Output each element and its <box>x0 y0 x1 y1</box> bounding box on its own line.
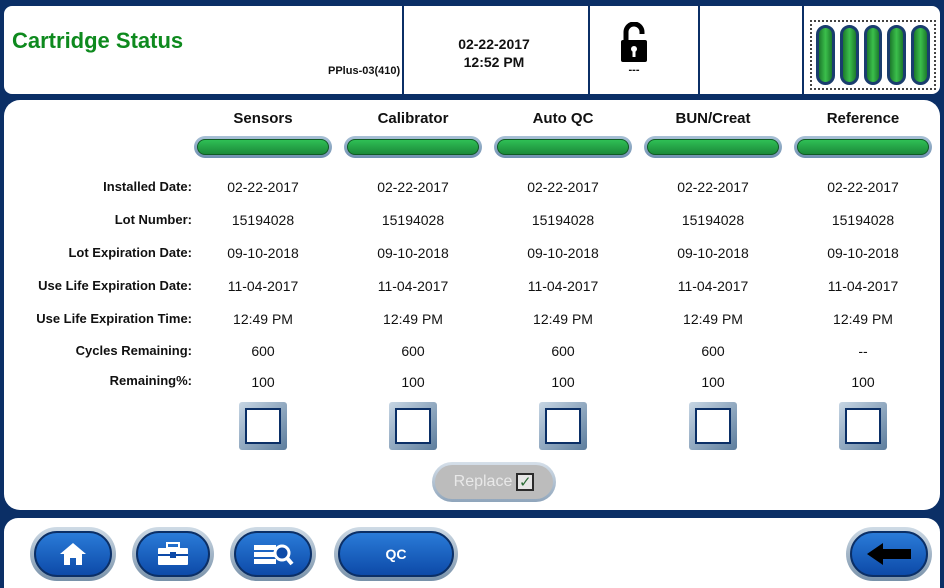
qc-button[interactable]: QC <box>334 527 458 581</box>
indicator-cell <box>816 25 835 85</box>
value-lot-expiration-date: 09-10-2018 <box>677 245 749 261</box>
instrument-model: PPlus-03(410) <box>328 65 401 77</box>
toolbox-icon <box>158 542 188 565</box>
value-installed-date: 02-22-2017 <box>827 179 899 195</box>
header-time: 12:52 PM <box>463 54 525 70</box>
label-cycles-remaining: Cycles Remaining: <box>75 343 192 358</box>
list-search-icon <box>254 544 294 566</box>
value-lot-expiration-date: 09-10-2018 <box>827 245 899 261</box>
column-header-bun-creat: BUN/Creat <box>675 110 751 127</box>
value-use-life-expiration-date: 11-04-2017 <box>827 278 899 294</box>
label-use-life-expiration-date: Use Life Expiration Date: <box>38 278 192 293</box>
value-cycles-remaining: 600 <box>701 343 725 359</box>
status-bar-auto-qc <box>494 136 632 158</box>
value-use-life-expiration-date: 11-04-2017 <box>377 278 449 294</box>
replace-button-label: Replace <box>453 473 513 490</box>
label-use-life-expiration-time: Use Life Expiration Time: <box>36 311 192 326</box>
label-lot-expiration-date: Lot Expiration Date: <box>68 245 192 260</box>
value-use-life-expiration-date: 11-04-2017 <box>677 278 749 294</box>
tools-button[interactable] <box>132 527 214 581</box>
value-use-life-expiration-time: 12:49 PM <box>833 311 893 327</box>
qc-button-label: QC <box>385 546 407 562</box>
value-installed-date: 02-22-2017 <box>527 179 599 195</box>
value-remaining-percent: 100 <box>551 374 575 390</box>
value-lot-number: 15194028 <box>531 212 595 228</box>
value-remaining-percent: 100 <box>851 374 875 390</box>
value-lot-expiration-date: 09-10-2018 <box>527 245 599 261</box>
indicator-cell <box>839 25 859 85</box>
replace-checkbox-reference[interactable] <box>839 402 887 450</box>
value-use-life-expiration-time: 12:49 PM <box>533 311 593 327</box>
value-lot-number: 15194028 <box>831 212 895 228</box>
lock-button[interactable]: --- <box>616 21 652 78</box>
unlocked-icon <box>621 21 647 62</box>
lock-status: --- <box>628 64 640 76</box>
replace-checkbox-auto-qc[interactable] <box>539 402 587 450</box>
value-cycles-remaining: 600 <box>401 343 425 359</box>
page-title: Cartridge Status <box>12 28 184 53</box>
value-lot-expiration-date: 09-10-2018 <box>227 245 299 261</box>
home-icon <box>60 543 86 565</box>
replace-button[interactable]: Replace ✓ <box>432 462 556 502</box>
value-cycles-remaining: 600 <box>251 343 275 359</box>
status-bar-reference <box>794 136 932 158</box>
back-arrow-icon <box>867 543 911 565</box>
value-remaining-percent: 100 <box>701 374 725 390</box>
home-button[interactable] <box>30 527 116 581</box>
header: Cartridge Status PPlus-03(410) 02-22-201… <box>4 6 940 94</box>
indicator-cell <box>887 25 907 85</box>
value-installed-date: 02-22-2017 <box>227 179 299 195</box>
column-header-calibrator: Calibrator <box>377 110 449 127</box>
value-lot-number: 15194028 <box>381 212 445 228</box>
column-header-reference: Reference <box>826 110 900 127</box>
label-lot-number: Lot Number: <box>114 212 192 227</box>
value-lot-number: 15194028 <box>681 212 745 228</box>
value-lot-expiration-date: 09-10-2018 <box>377 245 449 261</box>
value-installed-date: 02-22-2017 <box>677 179 749 195</box>
replace-checkbox-sensors[interactable] <box>239 402 287 450</box>
value-use-life-expiration-time: 12:49 PM <box>233 311 293 327</box>
value-lot-number: 15194028 <box>231 212 295 228</box>
value-use-life-expiration-time: 12:49 PM <box>383 311 443 327</box>
status-bar-bun-creat <box>644 136 782 158</box>
value-remaining-percent: 100 <box>251 374 275 390</box>
value-cycles-remaining: 600 <box>551 343 575 359</box>
header-title-cell: Cartridge Status PPlus-03(410) <box>4 6 404 94</box>
indicator-cell <box>863 25 883 85</box>
column-header-sensors: Sensors <box>233 110 293 127</box>
replace-checkbox-bun-creat[interactable] <box>689 402 737 450</box>
label-installed-date: Installed Date: <box>103 179 192 194</box>
checkmark-icon: ✓ <box>516 473 535 491</box>
value-cycles-remaining: -- <box>858 343 868 359</box>
column-header-auto-qc: Auto QC <box>532 110 594 127</box>
cartridge-panel <box>4 100 940 510</box>
label-remaining-percent: Remaining%: <box>109 373 192 388</box>
cartridge-battery-indicator[interactable] <box>810 20 936 90</box>
replace-checkbox-calibrator[interactable] <box>389 402 437 450</box>
value-remaining-percent: 100 <box>401 374 425 390</box>
value-use-life-expiration-date: 11-04-2017 <box>227 278 299 294</box>
value-installed-date: 02-22-2017 <box>377 179 449 195</box>
value-use-life-expiration-date: 11-04-2017 <box>527 278 599 294</box>
header-date: 02-22-2017 <box>458 36 530 52</box>
status-bar-sensors <box>194 136 332 158</box>
indicator-cell <box>911 25 930 85</box>
data-search-button[interactable] <box>230 527 316 581</box>
value-use-life-expiration-time: 12:49 PM <box>683 311 743 327</box>
status-bar-calibrator <box>344 136 482 158</box>
back-button[interactable] <box>846 527 932 581</box>
header-empty-cell <box>700 6 804 94</box>
